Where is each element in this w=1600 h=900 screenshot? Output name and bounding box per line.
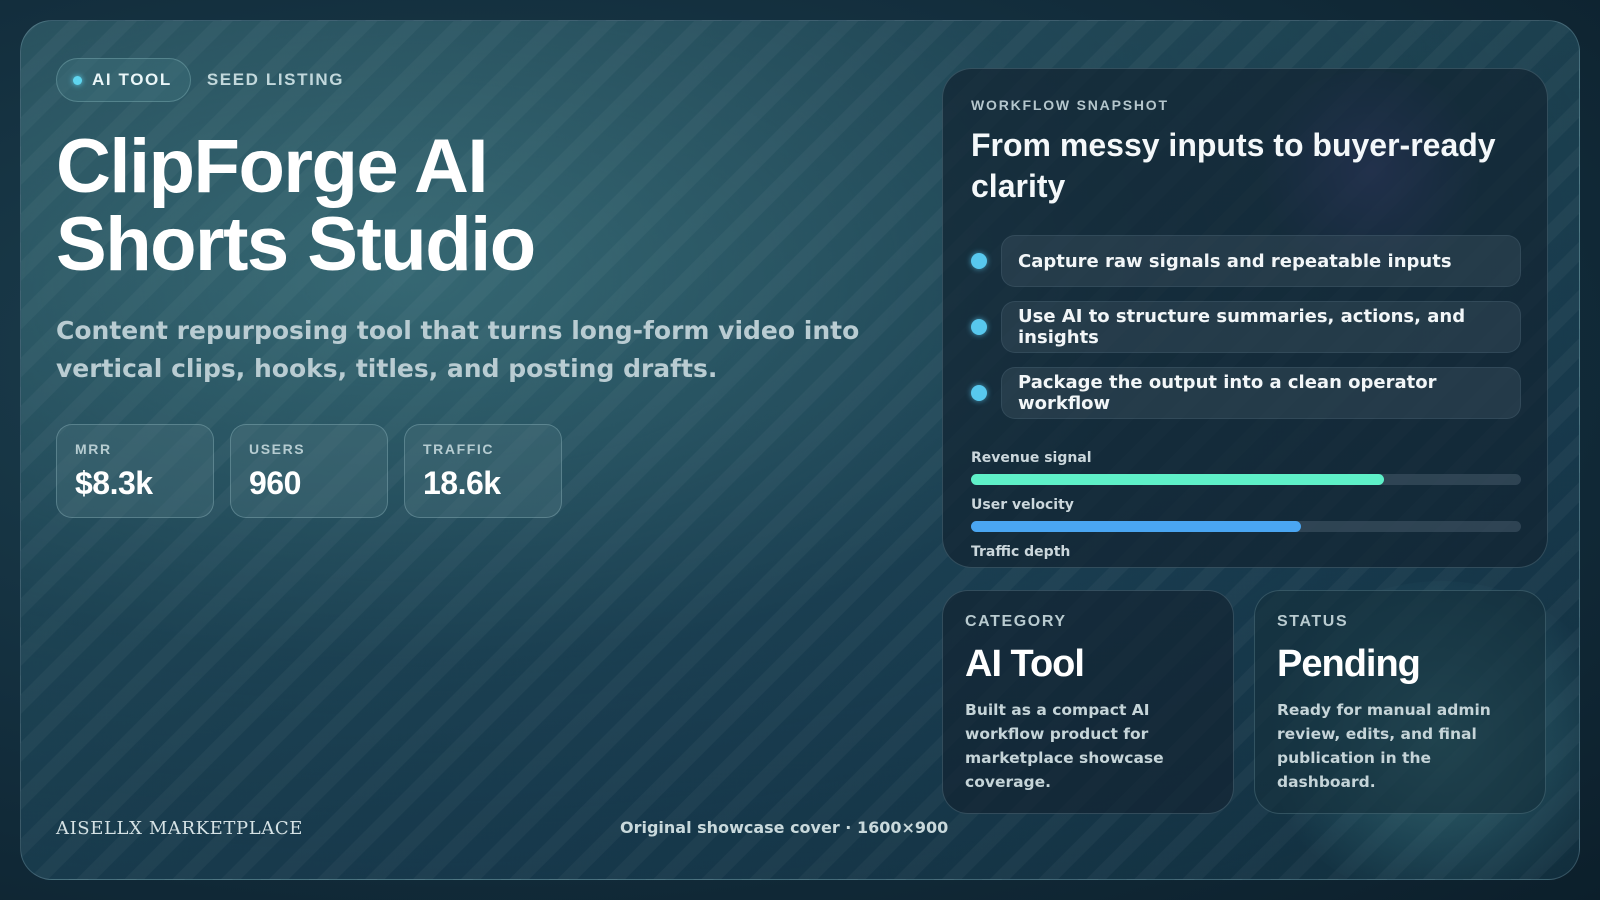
workflow-step: Use AI to structure summaries, actions, … <box>971 301 1521 353</box>
product-title: ClipForge AI Shorts Studio <box>56 128 876 284</box>
status-eyebrow: STATUS <box>1277 613 1349 630</box>
bullet-dot-icon <box>971 253 987 269</box>
workflow-step: Capture raw signals and repeatable input… <box>971 235 1521 287</box>
metric-value: 960 <box>249 465 301 501</box>
metric-value: 18.6k <box>423 465 501 501</box>
metric-users: USERS 960 <box>230 424 388 518</box>
seed-listing-label: SEED LISTING <box>206 70 345 89</box>
workflow-step-text: Use AI to structure summaries, actions, … <box>1001 301 1521 353</box>
signal-label: User velocity <box>971 497 1074 513</box>
workflow-heading: From messy inputs to buyer-ready clarity <box>971 127 1496 204</box>
signal-bars: Revenue signal User velocity Traffic dep… <box>971 450 1521 567</box>
signal-track <box>971 521 1521 532</box>
metric-mrr: MRR $8.3k <box>56 424 214 518</box>
metric-label: MRR <box>75 441 112 457</box>
footer-note: Original showcase cover · 1600×900 <box>620 818 949 837</box>
status-dot-icon <box>73 75 82 85</box>
category-card: CATEGORY AI Tool Built as a compact AI w… <box>942 590 1234 814</box>
category-description: Built as a compact AI workflow product f… <box>965 701 1164 791</box>
product-title-line-2: Shorts Studio <box>56 202 536 287</box>
signal-user-velocity: User velocity <box>971 497 1521 532</box>
metric-label: USERS <box>249 441 306 457</box>
metric-label: TRAFFIC <box>423 441 495 457</box>
ai-tool-badge-label: AI TOOL <box>92 70 172 89</box>
signal-label: Revenue signal <box>971 450 1092 466</box>
product-title-line-1: ClipForge AI <box>56 124 488 209</box>
metrics-row: MRR $8.3k USERS 960 TRAFFIC 18.6k <box>56 424 562 518</box>
bullet-dot-icon <box>971 319 987 335</box>
signal-revenue: Revenue signal <box>971 450 1521 485</box>
signal-fill <box>971 474 1384 485</box>
workflow-step-text: Package the output into a clean operator… <box>1001 367 1521 419</box>
footer-brand: AISELLX MARKETPLACE <box>56 818 303 839</box>
metric-traffic: TRAFFIC 18.6k <box>404 424 562 518</box>
status-description: Ready for manual admin review, edits, an… <box>1277 701 1491 791</box>
workflow-steps: Capture raw signals and repeatable input… <box>971 235 1521 433</box>
signal-track <box>971 474 1521 485</box>
metric-value: $8.3k <box>75 465 153 501</box>
workflow-eyebrow: WORKFLOW SNAPSHOT <box>971 97 1169 113</box>
category-title: AI Tool <box>965 643 1085 685</box>
ai-tool-badge: AI TOOL <box>56 58 191 102</box>
signal-traffic-depth: Traffic depth <box>971 544 1521 567</box>
showcase-stage: AI TOOL SEED LISTING ClipForge AI Shorts… <box>0 0 1600 900</box>
signal-fill <box>971 521 1301 532</box>
bullet-dot-icon <box>971 385 987 401</box>
workflow-snapshot-panel: WORKFLOW SNAPSHOT From messy inputs to b… <box>942 68 1548 568</box>
status-title: Pending <box>1277 643 1421 685</box>
workflow-step: Package the output into a clean operator… <box>971 367 1521 419</box>
status-card: STATUS Pending Ready for manual admin re… <box>1254 590 1546 814</box>
category-eyebrow: CATEGORY <box>965 613 1067 630</box>
workflow-step-text: Capture raw signals and repeatable input… <box>1001 235 1521 287</box>
badge-row: AI TOOL SEED LISTING <box>56 58 344 102</box>
signal-label: Traffic depth <box>971 544 1071 560</box>
product-subtitle: Content repurposing tool that turns long… <box>56 316 860 383</box>
